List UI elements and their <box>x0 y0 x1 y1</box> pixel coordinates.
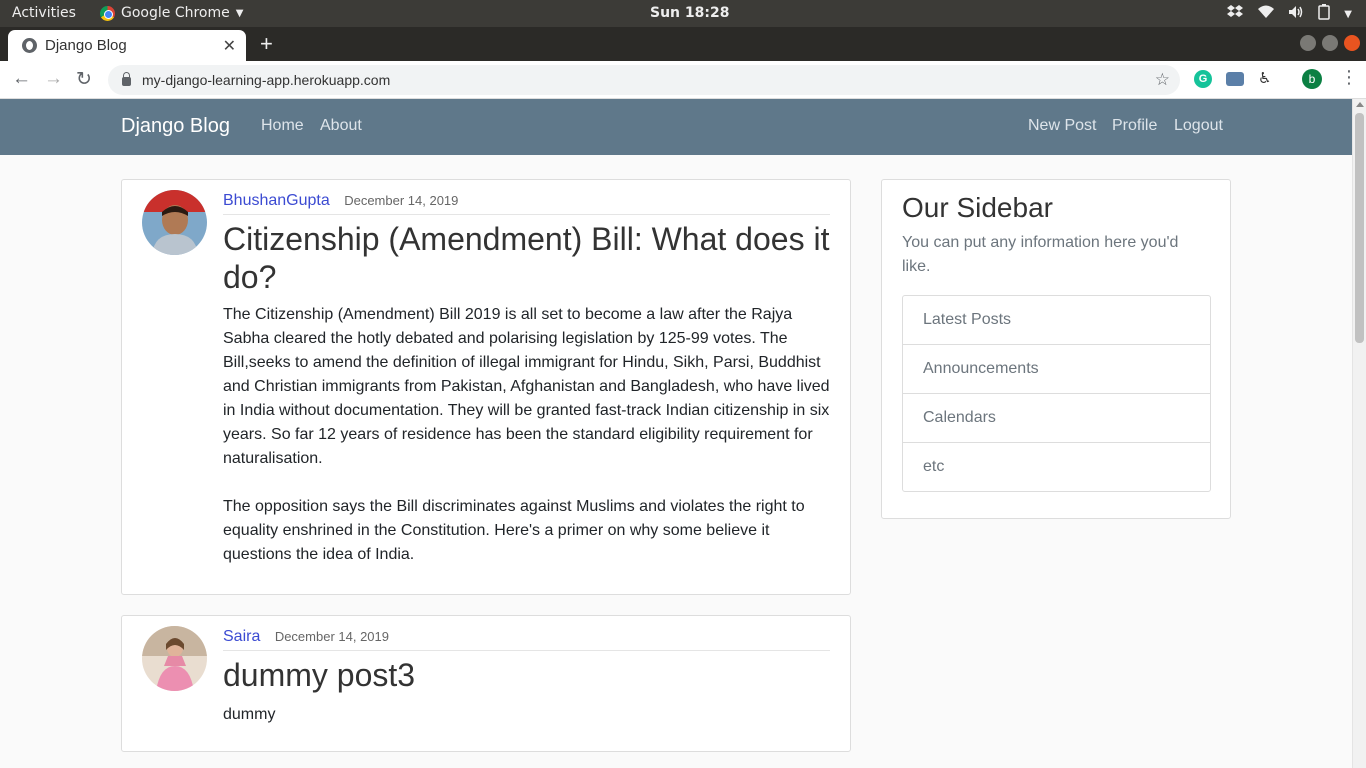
system-tray[interactable]: ▼ <box>1226 4 1352 24</box>
post-title[interactable]: dummy post3 <box>223 656 833 694</box>
post-content-paragraph: dummy <box>223 706 276 723</box>
bookmark-star-icon[interactable]: ☆ <box>1155 70 1170 90</box>
wifi-icon[interactable] <box>1258 5 1275 23</box>
post-title[interactable]: Citizenship (Amendment) Bill: What does … <box>223 220 833 296</box>
battery-icon[interactable] <box>1318 4 1331 24</box>
profile-avatar[interactable]: b <box>1302 69 1322 89</box>
activities-button[interactable]: Activities <box>12 5 76 21</box>
post-metadata: BhushanGupta December 14, 2019 <box>223 192 830 215</box>
tab-strip: Django Blog ✕ + <box>0 27 1366 61</box>
accessibility-extension-icon[interactable]: ♿ <box>1258 69 1276 87</box>
sidebar-list: Latest Posts Announcements Calendars etc <box>902 295 1211 492</box>
new-tab-button[interactable]: + <box>260 31 273 57</box>
system-top-bar: Activities Google Chrome ▼ Sun 18:28 ▼ <box>0 0 1366 27</box>
author-avatar <box>142 190 207 255</box>
site-navbar: Django Blog Home About New Post Profile … <box>0 99 1352 155</box>
nav-home-link[interactable]: Home <box>261 117 304 135</box>
sidebar-title: Our Sidebar <box>902 192 1053 223</box>
back-icon[interactable]: ← <box>12 68 31 90</box>
volume-icon[interactable] <box>1288 5 1304 23</box>
reload-icon[interactable]: ↻ <box>76 68 92 91</box>
menu-kebab-icon[interactable]: ⋮ <box>1340 67 1358 88</box>
app-menu[interactable]: Google Chrome ▼ <box>100 5 243 21</box>
lock-icon[interactable] <box>122 72 131 86</box>
page-scrollbar[interactable] <box>1352 99 1366 768</box>
nav-new-post-link[interactable]: New Post <box>1028 117 1096 135</box>
post-content-paragraph: The Citizenship (Amendment) Bill 2019 is… <box>223 306 830 467</box>
sidebar-item-etc[interactable]: etc <box>903 443 1210 491</box>
post-author-link[interactable]: BhushanGupta <box>223 192 330 209</box>
close-window-button[interactable] <box>1344 35 1360 51</box>
window-controls <box>1300 35 1360 51</box>
post-metadata: Saira December 14, 2019 <box>223 628 830 651</box>
browser-toolbar: ← → ↻ my-django-learning-app.herokuapp.c… <box>0 61 1366 99</box>
clock[interactable]: Sun 18:28 <box>650 5 729 21</box>
dropbox-icon[interactable] <box>1226 4 1244 24</box>
sidebar-item-latest-posts[interactable]: Latest Posts <box>903 296 1210 345</box>
sidebar-description: You can put any information here you'd l… <box>902 234 1179 275</box>
grammarly-extension-icon[interactable]: G <box>1194 70 1212 88</box>
sidebar-item-calendars[interactable]: Calendars <box>903 394 1210 443</box>
chevron-down-icon: ▼ <box>235 7 244 19</box>
nav-profile-link[interactable]: Profile <box>1112 117 1157 135</box>
chrome-icon <box>100 5 115 21</box>
post-card: BhushanGupta December 14, 2019 Citizensh… <box>121 179 851 595</box>
nav-about-link[interactable]: About <box>320 117 362 135</box>
app-menu-label: Google Chrome <box>121 5 230 21</box>
tab-django-blog[interactable]: Django Blog ✕ <box>8 30 246 61</box>
scrollbar-thumb[interactable] <box>1355 113 1364 343</box>
navbar-brand[interactable]: Django Blog <box>121 115 230 138</box>
post-card: Saira December 14, 2019 dummy post3 dumm… <box>121 615 851 752</box>
tab-title: Django Blog <box>45 37 127 54</box>
cast-extension-icon[interactable] <box>1226 72 1244 86</box>
post-date: December 14, 2019 <box>344 193 459 208</box>
post-date: December 14, 2019 <box>274 629 389 644</box>
minimize-button[interactable] <box>1300 35 1316 51</box>
post-content-paragraph: The opposition says the Bill discriminat… <box>223 498 805 563</box>
globe-icon <box>22 38 37 53</box>
forward-icon[interactable]: → <box>44 68 63 90</box>
nav-logout-link[interactable]: Logout <box>1174 117 1223 135</box>
post-author-link[interactable]: Saira <box>223 628 260 645</box>
power-menu-chevron-icon[interactable]: ▼ <box>1344 9 1352 20</box>
scroll-up-arrow-icon[interactable] <box>1356 102 1364 107</box>
maximize-button[interactable] <box>1322 35 1338 51</box>
address-bar[interactable]: my-django-learning-app.herokuapp.com ☆ <box>108 65 1180 95</box>
author-avatar <box>142 626 207 691</box>
url-text[interactable]: my-django-learning-app.herokuapp.com <box>142 72 1155 88</box>
sidebar-item-announcements[interactable]: Announcements <box>903 345 1210 394</box>
sidebar: Our Sidebar You can put any information … <box>881 179 1231 519</box>
close-tab-icon[interactable]: ✕ <box>223 36 236 56</box>
